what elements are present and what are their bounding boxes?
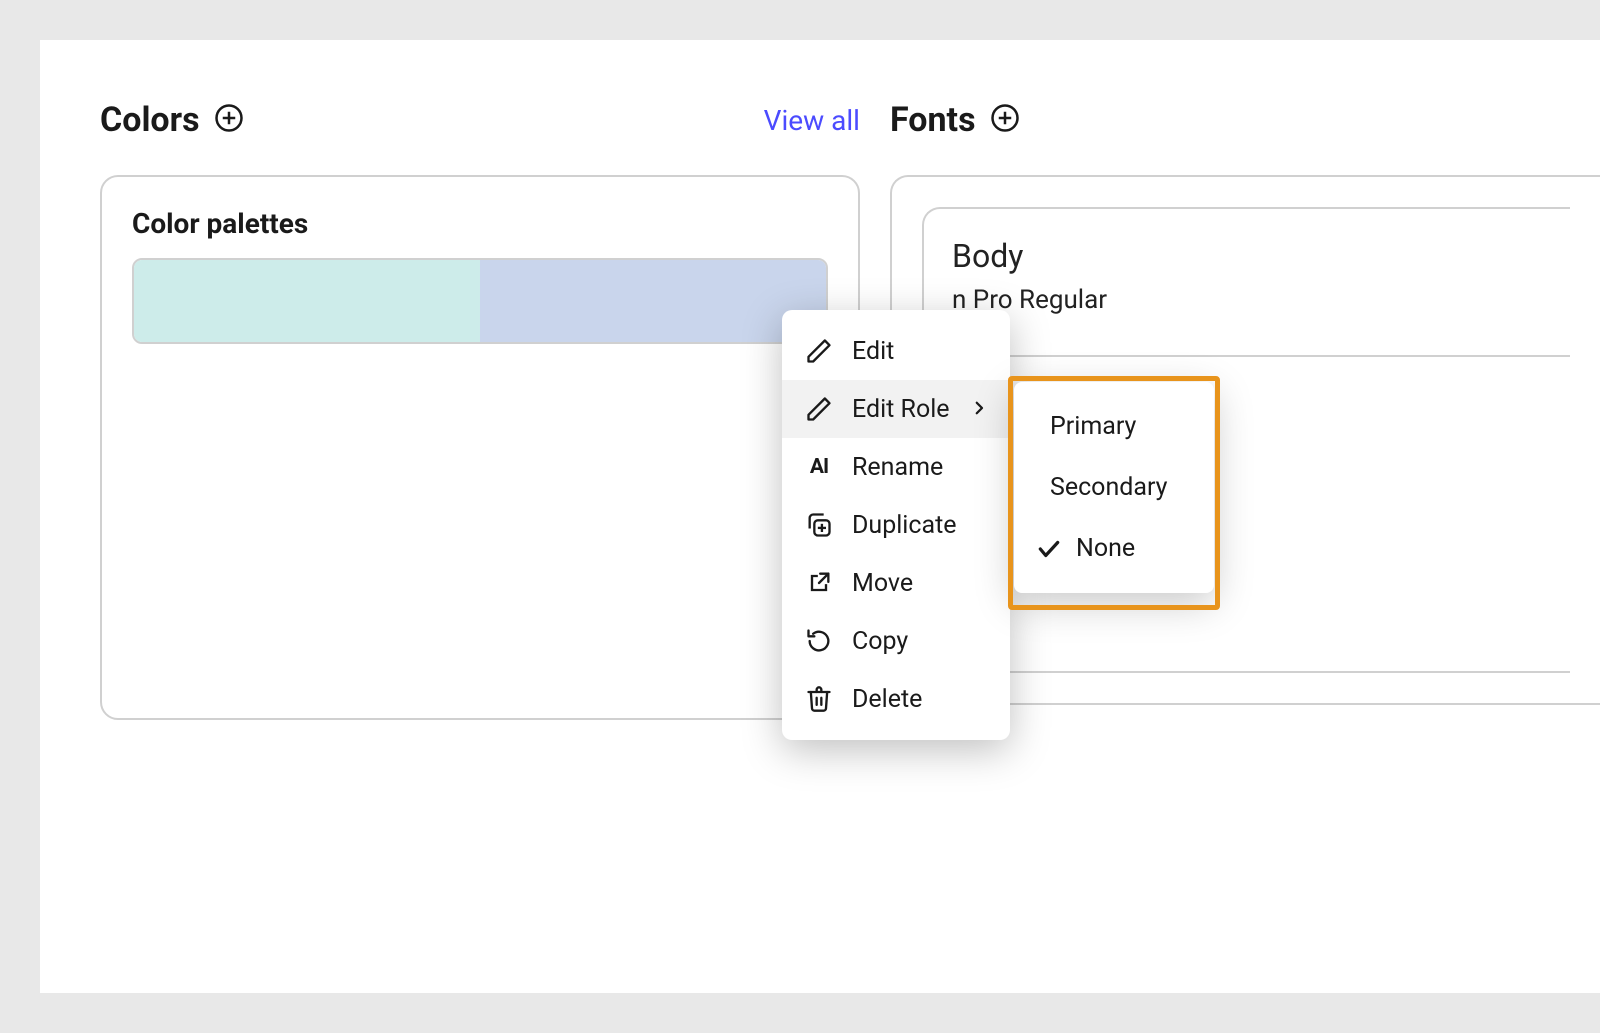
menu-item-move[interactable]: Move bbox=[782, 554, 1010, 612]
add-color-button[interactable] bbox=[212, 103, 246, 137]
menu-item-label: Delete bbox=[852, 685, 922, 714]
submenu-item-label: Primary bbox=[1050, 412, 1136, 441]
pencil-icon bbox=[804, 336, 834, 366]
color-palette[interactable] bbox=[132, 258, 828, 344]
pencil-icon bbox=[804, 394, 834, 424]
chevron-right-icon bbox=[970, 395, 988, 424]
duplicate-icon bbox=[804, 510, 834, 540]
menu-item-copy[interactable]: Copy bbox=[782, 612, 1010, 670]
menu-item-label: Edit Role bbox=[852, 395, 950, 424]
menu-item-label: Duplicate bbox=[852, 511, 957, 540]
colors-header: Colors View all bbox=[100, 100, 860, 140]
menu-item-rename[interactable]: AI Rename bbox=[782, 438, 1010, 496]
context-menu: Edit Edit Role AI Rename Duplicate Move … bbox=[782, 310, 1010, 740]
view-all-link[interactable]: View all bbox=[764, 104, 860, 137]
menu-item-delete[interactable]: Delete bbox=[782, 670, 1010, 728]
font-name-label: n Pro Regular bbox=[952, 285, 1542, 315]
menu-item-label: Rename bbox=[852, 453, 943, 482]
menu-item-label: Edit bbox=[852, 337, 894, 366]
color-palettes-card: Color palettes bbox=[100, 175, 860, 720]
colors-title: Colors bbox=[100, 100, 200, 140]
color-palettes-title: Color palettes bbox=[132, 207, 828, 240]
fonts-title: Fonts bbox=[890, 100, 976, 140]
color-swatch[interactable] bbox=[134, 260, 480, 342]
menu-item-duplicate[interactable]: Duplicate bbox=[782, 496, 1010, 554]
fonts-header: Fonts bbox=[890, 100, 1600, 140]
menu-item-label: Copy bbox=[852, 627, 908, 656]
menu-item-edit[interactable]: Edit bbox=[782, 322, 1010, 380]
submenu-item-secondary[interactable]: Secondary bbox=[1014, 457, 1214, 518]
plus-circle-icon bbox=[214, 103, 244, 137]
menu-item-label: Move bbox=[852, 569, 913, 598]
rename-icon: AI bbox=[804, 452, 834, 482]
divider bbox=[924, 355, 1570, 357]
trash-icon bbox=[804, 684, 834, 714]
plus-circle-icon bbox=[990, 103, 1020, 137]
role-submenu: Primary Secondary None bbox=[1014, 382, 1214, 593]
menu-item-edit-role[interactable]: Edit Role bbox=[782, 380, 1010, 438]
color-swatch[interactable] bbox=[480, 260, 826, 342]
add-font-button[interactable] bbox=[988, 103, 1022, 137]
submenu-item-none[interactable]: None bbox=[1014, 518, 1214, 579]
check-icon bbox=[1036, 536, 1062, 562]
colors-section: Colors View all Color palettes bbox=[100, 100, 860, 720]
copy-icon bbox=[804, 626, 834, 656]
submenu-item-primary[interactable]: Primary bbox=[1014, 396, 1214, 457]
font-role-label: Body bbox=[952, 237, 1542, 275]
submenu-item-label: Secondary bbox=[1050, 473, 1167, 502]
move-icon bbox=[804, 568, 834, 598]
submenu-item-label: None bbox=[1076, 534, 1135, 563]
